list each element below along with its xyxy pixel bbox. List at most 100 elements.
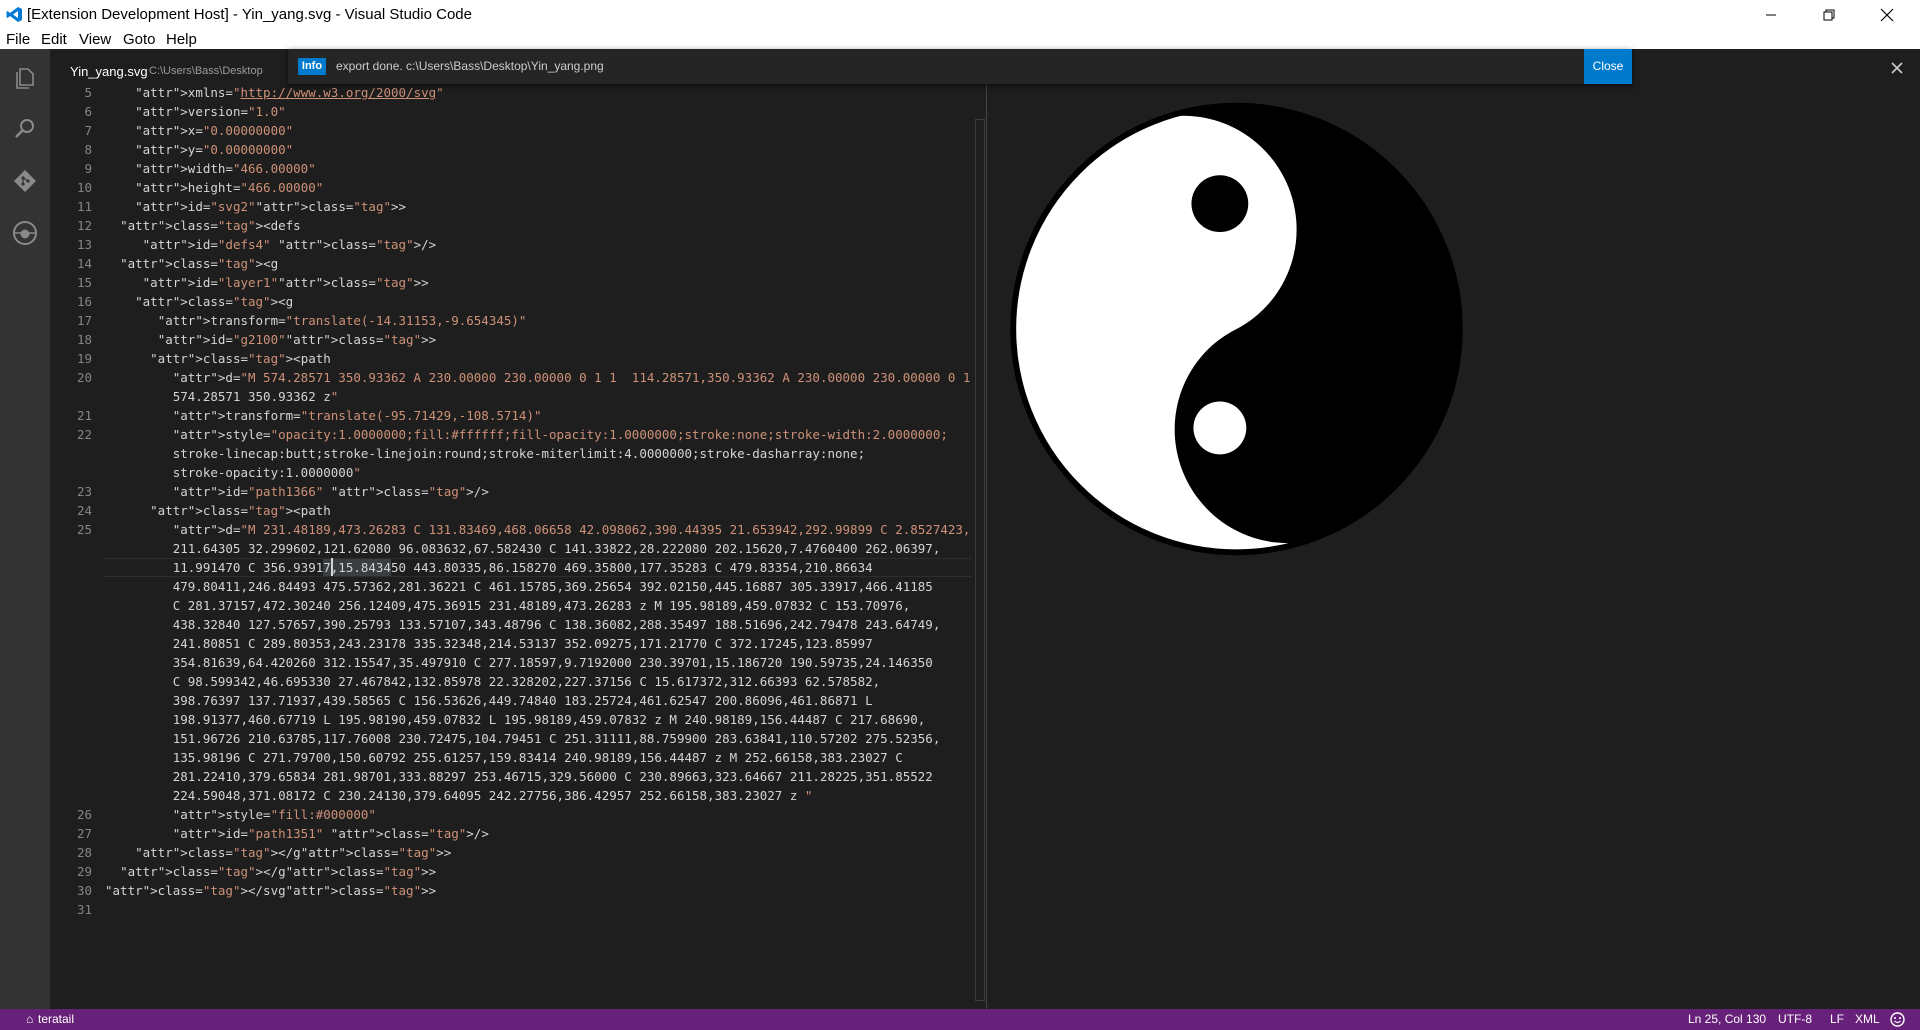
line-number: 8 [84,142,92,157]
line-number: 11 [76,199,92,214]
line-text: 11.991470 C 356.93917,15.843450 443.8033… [105,560,873,575]
line-text: "attr">width="466.00000" [135,161,316,176]
line-text: 281.22410,379.65834 281.98701,333.88297 … [105,769,933,784]
editor-group: Yin_yang.svg C:\Users\Bass\Desktop 5 "at… [50,49,986,1009]
line-text: "attr">class="tag"></g"attr">class="tag"… [120,864,437,879]
minimize-icon [1766,14,1776,15]
line-number: 9 [84,161,92,176]
line-text: 398.76397 137.71937,439.58565 C 156.5362… [105,693,873,708]
menu-goto[interactable]: Goto [123,31,156,48]
line-number: 10 [76,180,92,195]
line-number: 19 [76,351,92,366]
notification-bar: Info export done. c:\Users\Bass\Desktop\… [288,49,1632,84]
status-cursor-position[interactable]: Ln 25, Col 130 [1688,1012,1766,1026]
line-text: 151.96726 210.63785,117.76008 230.72475,… [105,731,941,746]
line-text: "attr">style="fill:#000000" [172,807,376,822]
line-text: "attr">height="466.00000" [135,180,324,195]
line-text: "attr">class="tag"><path [150,351,331,366]
scrollbar-thumb[interactable] [975,119,985,1001]
line-number: 23 [76,484,92,499]
window-title: [Extension Development Host] - Yin_yang.… [27,6,472,23]
line-number: 6 [84,104,92,119]
yin-yang-symbol [1010,102,1463,556]
line-text: "attr">x="0.00000000" [135,123,294,138]
status-language[interactable]: XML [1855,1012,1880,1026]
tab-path: C:\Users\Bass\Desktop [149,65,263,77]
editor-scrollbar[interactable] [972,84,986,1001]
line-text: 224.59048,371.08172 C 230.24130,379.6409… [105,788,813,803]
line-number: 28 [76,845,92,860]
notification-message: export done. c:\Users\Bass\Desktop\Yin_y… [336,59,604,73]
line-number: 24 [76,503,92,518]
close-icon[interactable] [1890,61,1904,75]
smiley-icon[interactable] [1890,1012,1905,1027]
line-text: "attr">id="path1351" "attr">class="tag">… [172,826,489,841]
line-text: 574.28571 350.93362 z" [105,389,339,404]
line-text: "attr">class="tag"><path [150,503,331,518]
line-number: 16 [76,294,92,309]
menu-help[interactable]: Help [166,31,197,48]
tab-yin-yang-svg[interactable]: Yin_yang.svg C:\Users\Bass\Desktop [50,49,288,84]
line-text: "attr">id="path1366" "attr">class="tag">… [172,484,489,499]
line-text: "attr">id="layer1""attr">class="tag">> [142,275,429,290]
line-text: "attr">class="tag"><defs [120,218,301,233]
status-left-label[interactable]: teratail [38,1012,74,1026]
line-text: "attr">class="tag"><g [135,294,294,309]
line-number: 29 [76,864,92,879]
line-number: 5 [84,85,92,100]
line-text: stroke-linecap:butt;stroke-linejoin:roun… [105,446,866,461]
line-number: 25 [76,522,92,537]
line-text: "attr">version="1.0" [135,104,286,119]
menu-edit[interactable]: Edit [41,31,67,48]
line-text: "attr">transform="translate(-95.71429,-1… [172,408,542,423]
line-number: 21 [76,408,92,423]
line-text: C 98.599342,46.695330 27.467842,132.8597… [105,674,881,689]
restore-button[interactable] [1800,0,1858,29]
status-bar: ⌂ teratail Ln 25, Col 130 UTF-8 LF XML [0,1009,1920,1030]
line-number: 7 [84,123,92,138]
menu-view[interactable]: View [79,31,111,48]
vscode-logo-icon [6,7,22,22]
line-text: "attr">xmlns="http://www.w3.org/2000/svg… [135,85,444,100]
line-text: "attr">id="g2100""attr">class="tag">> [157,332,437,347]
line-text: 241.80851 C 289.80353,243.23178 335.3234… [105,636,873,651]
title-bar: [Extension Development Host] - Yin_yang.… [0,0,1920,29]
minimize-button[interactable] [1742,0,1800,29]
line-text: 354.81639,64.420260 312.15547,35.497910 … [105,655,933,670]
line-text: 438.32840 127.57657,390.25793 133.57107,… [105,617,941,632]
search-icon[interactable] [12,116,38,142]
text-cursor [330,558,333,576]
restore-icon [1823,9,1835,20]
line-number: 26 [76,807,92,822]
line-text: "attr">y="0.00000000" [135,142,294,157]
line-number: 13 [76,237,92,252]
git-icon[interactable] [12,168,38,194]
debug-icon[interactable] [12,220,38,246]
window-close-button[interactable] [1858,0,1916,29]
line-text: "attr">style="opacity:1.0000000;fill:#ff… [172,427,948,442]
line-number: 31 [76,902,92,917]
line-text: "attr">transform="translate(-14.31153,-9… [157,313,527,328]
explorer-icon[interactable] [12,65,38,91]
line-text: "attr">class="tag"></g"attr">class="tag"… [135,845,452,860]
line-number: 17 [76,313,92,328]
code-editor[interactable]: 5 "attr">xmlns="http://www.w3.org/2000/s… [50,84,986,1009]
line-number: 20 [76,370,92,385]
tab-filename: Yin_yang.svg [70,64,148,79]
notification-close-button[interactable]: Close [1584,49,1632,84]
line-number: 30 [76,883,92,898]
line-text: "attr">class="tag"></svg"attr">class="ta… [105,883,437,898]
status-home-icon[interactable]: ⌂ [26,1012,33,1026]
line-text: "attr">class="tag"><g [120,256,279,271]
line-number: 14 [76,256,92,271]
svg-preview-pane [987,49,1920,1009]
line-text: "attr">d="M 574.28571 350.93362 A 230.00… [172,370,986,385]
menu-file[interactable]: File [6,31,30,48]
line-text: 135.98196 C 271.79700,150.60792 255.6125… [105,750,903,765]
status-encoding[interactable]: UTF-8 [1778,1012,1812,1026]
status-eol[interactable]: LF [1830,1012,1844,1026]
line-text: C 281.37157,472.30240 256.12409,475.3691… [105,598,911,613]
close-icon [1880,8,1894,21]
line-number: 15 [76,275,92,290]
line-text: stroke-opacity:1.0000000" [105,465,361,480]
